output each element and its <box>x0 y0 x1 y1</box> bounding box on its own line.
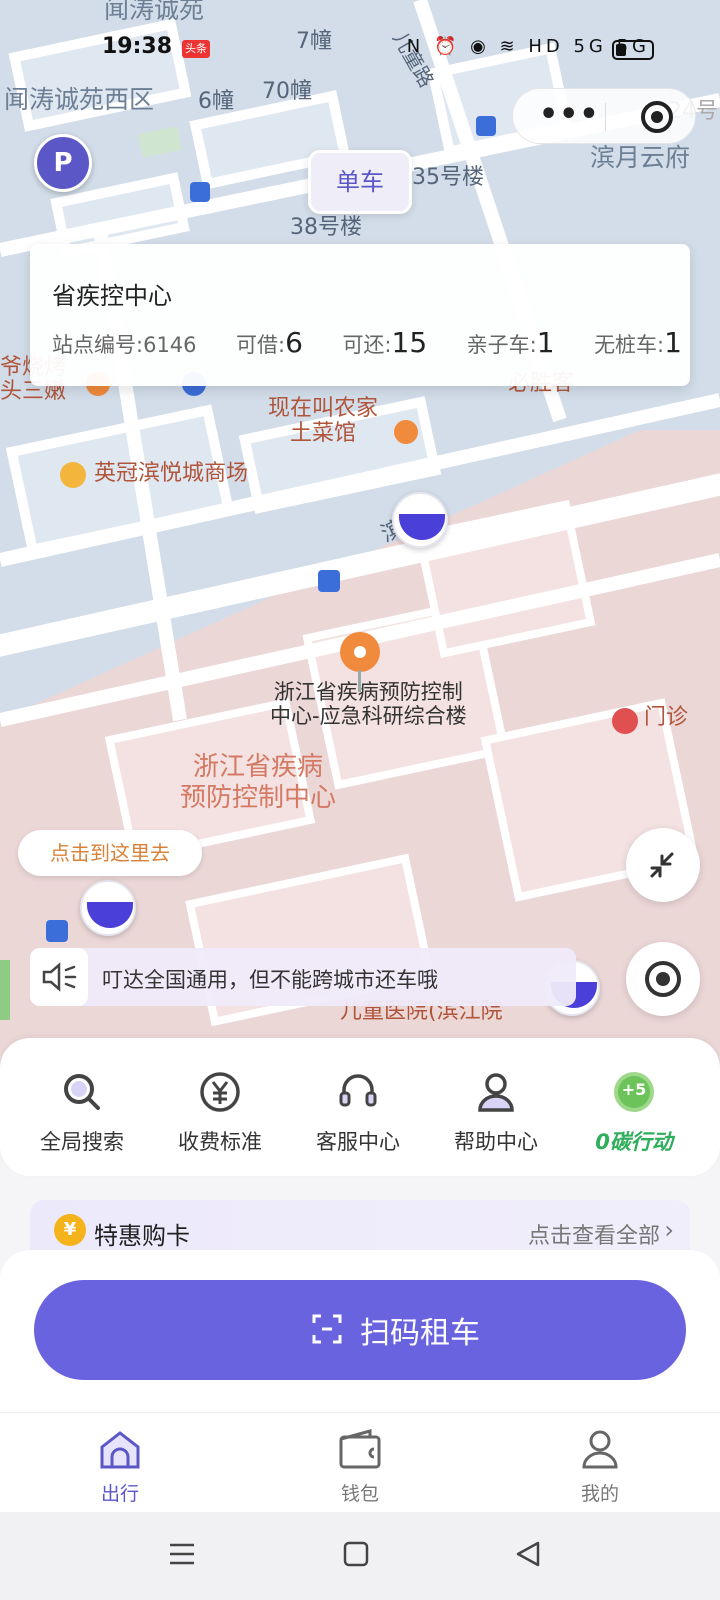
map-view[interactable]: 闻涛诚苑 闻涛诚苑西区 6幢 70幢 7幢 儿童路 35号楼 38号楼 滨月云府… <box>0 0 720 1080</box>
map-label-38: 38号楼 <box>290 215 362 240</box>
bus-stop-icon <box>190 182 210 202</box>
quick-actions: 全局搜索 收费标准 客服中心 帮助中心 +5 0碳行动 <box>0 1038 720 1176</box>
map-label-70: 70幢 <box>262 79 312 104</box>
person-icon <box>478 1073 514 1112</box>
promo-title: 特惠购卡 <box>94 1222 190 1250</box>
pricing-label: 收费标准 <box>178 1130 262 1154</box>
customer-service-button[interactable]: 客服中心 <box>298 1068 418 1156</box>
map-label-cdc: 浙江省疾病 预防控制中心 <box>180 752 337 814</box>
yen-icon <box>200 1072 240 1112</box>
bike-station-marker[interactable] <box>392 492 448 548</box>
customer-service-label: 客服中心 <box>316 1130 400 1154</box>
collapse-icon <box>650 852 674 878</box>
battery-icon <box>612 40 654 60</box>
location-pin-icon <box>340 632 380 672</box>
chevron-right-icon: › <box>664 1216 674 1244</box>
tab-travel[interactable]: 出行 <box>70 1427 170 1506</box>
station-borrow: 可借:6 <box>236 326 303 359</box>
shop-icon <box>60 462 86 488</box>
help-center-label: 帮助中心 <box>454 1130 538 1154</box>
home-nav-icon[interactable] <box>342 1540 370 1568</box>
close-miniprogram-icon[interactable] <box>641 101 673 133</box>
bottom-tab-bar: 出行 钱包 我的 <box>0 1412 720 1512</box>
station-info-card[interactable]: 省疾控中心 站点编号:6146 可借:6 可还:15 亲子车:1 无桩车:1 <box>30 244 690 386</box>
map-label-binyue: 滨月云府 <box>590 143 691 172</box>
station-name: 省疾控中心 <box>52 282 172 310</box>
help-center-button[interactable]: 帮助中心 <box>436 1068 556 1156</box>
pricing-button[interactable]: 收费标准 <box>160 1068 280 1156</box>
bus-stop-icon <box>46 920 68 942</box>
status-bar: 19:38 头条 N ⏰ ◉ ≋ HD 5G 5G <box>0 28 720 68</box>
carbon-action-label: 0碳行动 <box>595 1130 673 1154</box>
station-stats: 站点编号:6146 可借:6 可还:15 亲子车:1 无桩车:1 <box>52 326 682 359</box>
bus-stop-icon <box>476 116 496 136</box>
system-nav-bar <box>0 1512 720 1600</box>
map-label-restaurant: 现在叫农家 土菜馆 <box>268 396 379 447</box>
headset-icon <box>339 1074 377 1107</box>
more-icon[interactable]: ••• <box>539 97 600 132</box>
search-all-label: 全局搜索 <box>40 1130 124 1154</box>
coin-icon: ¥ <box>54 1214 86 1246</box>
station-return: 可还:15 <box>342 326 428 359</box>
view-all-link[interactable]: 点击查看全部 <box>528 1218 660 1250</box>
parking-marker[interactable]: P <box>34 134 92 192</box>
tab-travel-label: 出行 <box>100 1483 139 1505</box>
map-label-wentao: 闻涛诚苑 <box>104 0 205 24</box>
wallet-icon <box>339 1429 381 1469</box>
status-time: 19:38 <box>102 34 173 59</box>
hospital-icon <box>612 708 638 734</box>
bus-stop-icon <box>318 570 340 592</box>
miniprogram-capsule: ••• <box>512 88 696 144</box>
scan-icon <box>312 1314 342 1344</box>
tab-mine-label: 我的 <box>580 1483 619 1505</box>
profile-icon <box>582 1430 618 1469</box>
back-icon[interactable] <box>514 1540 542 1568</box>
map-label-cdc-building: 浙江省疾病预防控制 中心-应急科研综合楼 <box>270 680 467 729</box>
map-label-clinic: 门诊 <box>644 705 689 730</box>
scan-panel: 扫码租车 <box>0 1250 720 1412</box>
search-all-button[interactable]: 全局搜索 <box>22 1068 142 1156</box>
menu-icon[interactable] <box>168 1540 196 1568</box>
locate-icon <box>645 961 681 997</box>
collapse-button[interactable] <box>626 828 700 902</box>
station-nodock: 无桩车:1 <box>594 326 682 359</box>
station-kids: 亲子车:1 <box>466 326 555 359</box>
search-icon <box>64 1074 100 1110</box>
home-icon <box>100 1431 140 1469</box>
navigate-here-button[interactable]: 点击到这里去 <box>18 830 202 876</box>
carbon-badge: +5 <box>621 1080 647 1099</box>
notice-bar: 叮达全国通用，但不能跨城市还车哦 <box>30 948 576 1006</box>
tab-wallet[interactable]: 钱包 <box>310 1427 410 1506</box>
scan-rent-label: 扫码租车 <box>360 1316 480 1351</box>
scan-rent-button[interactable]: 扫码租车 <box>34 1280 686 1380</box>
tab-wallet-label: 钱包 <box>340 1483 379 1505</box>
restaurant-icon <box>394 420 418 444</box>
bike-station-marker[interactable] <box>80 880 136 936</box>
map-label-mall: 英冠滨悦城商场 <box>94 461 249 486</box>
map-label-wentao-west: 闻涛诚苑西区 <box>4 85 155 114</box>
bike-type-tab[interactable]: 单车 <box>308 150 412 214</box>
map-label-35: 35号楼 <box>412 165 484 190</box>
news-app-badge: 头条 <box>182 40 210 58</box>
tab-mine[interactable]: 我的 <box>550 1427 650 1506</box>
carbon-action-button[interactable]: +5 0碳行动 <box>574 1068 694 1156</box>
location-pin-stick <box>358 670 361 692</box>
locate-me-button[interactable] <box>626 942 700 1016</box>
station-code: 站点编号:6146 <box>52 333 197 357</box>
map-label-6: 6幢 <box>198 89 234 114</box>
notice-text: 叮达全国通用，但不能跨城市还车哦 <box>102 968 438 992</box>
speaker-icon <box>30 948 88 1006</box>
